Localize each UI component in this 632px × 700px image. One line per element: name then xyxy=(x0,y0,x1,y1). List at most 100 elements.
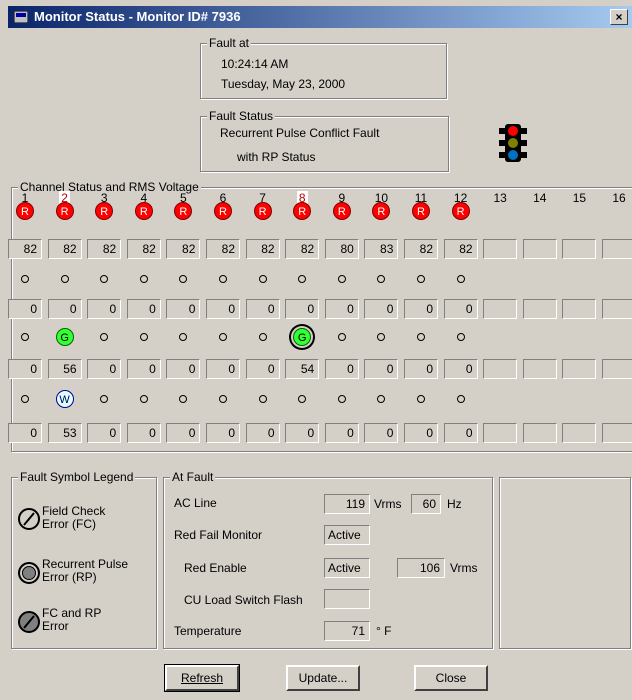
ac-line-unit: Vrms xyxy=(374,497,402,511)
channel-4-lamp-off xyxy=(139,333,148,341)
channel-10-lamp-off xyxy=(377,275,386,283)
blank-panel xyxy=(499,477,631,649)
rms-voltage-field: 0 xyxy=(443,299,478,319)
field-check-icon xyxy=(18,508,40,530)
rms-voltage-field: 0 xyxy=(126,423,161,443)
rms-voltage-field xyxy=(483,239,518,259)
channel-8-lamp-r: R xyxy=(293,202,312,220)
rms-voltage-field xyxy=(562,423,597,443)
red-fail-monitor-field: Active xyxy=(324,525,370,545)
rms-voltage-field: 0 xyxy=(404,423,438,443)
rms-voltage-field xyxy=(602,239,632,259)
rms-voltage-field xyxy=(562,239,597,259)
red-enable-field: Active xyxy=(324,558,370,578)
temperature-unit: ° F xyxy=(376,624,392,638)
rms-voltage-field: 0 xyxy=(47,299,82,319)
red-enable-label: Red Enable xyxy=(184,561,247,575)
channel-4-lamp-off xyxy=(139,275,148,283)
close-button[interactable]: Close xyxy=(414,665,488,691)
channel-9-lamp-off xyxy=(337,395,346,403)
rms-voltage-field: 0 xyxy=(8,423,42,443)
rms-voltage-field: 0 xyxy=(285,299,320,319)
channel-5-lamp-off xyxy=(179,275,188,283)
rms-voltage-field: 0 xyxy=(126,299,161,319)
channel-2-lamp-w: W xyxy=(55,390,74,408)
temperature-field: 71 xyxy=(324,621,370,641)
channel-7-lamp-off xyxy=(258,333,267,341)
rms-voltage-field: 82 xyxy=(126,239,161,259)
temperature-label: Temperature xyxy=(174,624,242,638)
fault-at-label: Fault at xyxy=(207,36,252,50)
rms-voltage-field: 82 xyxy=(443,239,478,259)
rms-voltage-field: 83 xyxy=(364,239,399,259)
update-label: Update... xyxy=(298,671,348,685)
channel-12-lamp-off xyxy=(456,333,465,341)
rms-voltage-field: 0 xyxy=(364,359,399,379)
rms-voltage-field xyxy=(522,423,557,443)
fault-legend-label: Fault Symbol Legend xyxy=(18,470,136,484)
update-button[interactable]: Update... xyxy=(286,665,360,691)
red-fail-monitor-label: Red Fail Monitor xyxy=(174,528,263,542)
hz-field: 60 xyxy=(411,494,441,514)
rms-voltage-field: 0 xyxy=(245,423,280,443)
rms-voltage-field: 0 xyxy=(324,359,359,379)
title-bar[interactable]: Monitor Status - Monitor ID# 7936 × xyxy=(8,6,632,28)
channel-4-lamp-r: R xyxy=(134,202,153,220)
channel-1-lamp-off xyxy=(21,395,29,403)
channel-3-lamp-off xyxy=(100,333,109,341)
rms-voltage-field: 0 xyxy=(364,299,399,319)
rms-voltage-field: 0 xyxy=(166,299,201,319)
at-fault-label: At Fault xyxy=(170,470,216,484)
legend-fcrp-text: FC and RP Error xyxy=(42,606,102,633)
rms-voltage-field: 0 xyxy=(245,359,280,379)
rms-voltage-field: 0 xyxy=(324,423,359,443)
channel-9-lamp-off xyxy=(337,275,346,283)
channel-6-lamp-off xyxy=(219,395,227,403)
close-window-button[interactable]: × xyxy=(610,9,628,25)
channel-10-lamp-off xyxy=(377,395,386,403)
channel-12-lamp-off xyxy=(456,275,465,283)
channel-2-lamp-off xyxy=(60,275,69,283)
ac-line-field: 119 xyxy=(324,494,370,514)
ac-line-label: AC Line xyxy=(174,496,217,510)
red-enable-voltage-field: 106 xyxy=(397,558,445,578)
channel-8-lamp-off xyxy=(298,395,307,403)
channel-11-lamp-off xyxy=(417,275,425,283)
channel-header-16: 16 xyxy=(612,191,626,205)
channel-6-lamp-off xyxy=(219,333,227,341)
hz-unit: Hz xyxy=(447,497,462,511)
rms-voltage-field: 53 xyxy=(47,423,82,443)
rms-voltage-field: 0 xyxy=(87,299,122,319)
rms-voltage-field: 82 xyxy=(404,239,438,259)
rms-voltage-field: 82 xyxy=(285,239,320,259)
window-title: Monitor Status - Monitor ID# 7936 xyxy=(34,9,241,24)
channel-12-lamp-r: R xyxy=(451,202,470,220)
channel-2-lamp-r: R xyxy=(55,202,74,220)
monitor-status-window: Monitor Status - Monitor ID# 7936 × Faul… xyxy=(0,0,632,700)
channel-12-lamp-off xyxy=(456,395,465,403)
rms-voltage-field: 0 xyxy=(285,423,320,443)
channel-status-group: Channel Status and RMS Voltage 123456789… xyxy=(8,180,632,452)
fault-status-line1: Recurrent Pulse Conflict Fault xyxy=(220,126,380,140)
channel-1-lamp-off xyxy=(21,333,29,341)
at-fault-group: At Fault AC Line 119 Vrms 60 Hz Red Fail… xyxy=(163,470,493,649)
channel-7-lamp-r: R xyxy=(253,202,272,220)
channel-1-lamp-off xyxy=(21,275,29,283)
rms-voltage-field: 0 xyxy=(206,359,240,379)
rms-voltage-field: 0 xyxy=(87,359,122,379)
fault-status-group: Fault Status Recurrent Pulse Conflict Fa… xyxy=(200,109,449,172)
rms-voltage-field: 0 xyxy=(126,359,161,379)
refresh-button[interactable]: Refresh xyxy=(164,664,240,692)
channel-9-lamp-r: R xyxy=(332,202,351,220)
channel-8-lamp-off xyxy=(298,275,307,283)
legend-rp-text: Recurrent Pulse Error (RP) xyxy=(42,557,129,584)
rms-voltage-field: 82 xyxy=(166,239,201,259)
channel-6-lamp-r: R xyxy=(214,202,232,220)
channel-3-lamp-off xyxy=(100,275,109,283)
rms-voltage-field xyxy=(483,423,518,443)
channel-header-15: 15 xyxy=(572,191,587,205)
rms-voltage-field xyxy=(522,359,557,379)
channel-11-lamp-r: R xyxy=(412,202,430,220)
refresh-label: Refresh xyxy=(180,671,224,685)
channel-header-13: 13 xyxy=(493,191,507,205)
